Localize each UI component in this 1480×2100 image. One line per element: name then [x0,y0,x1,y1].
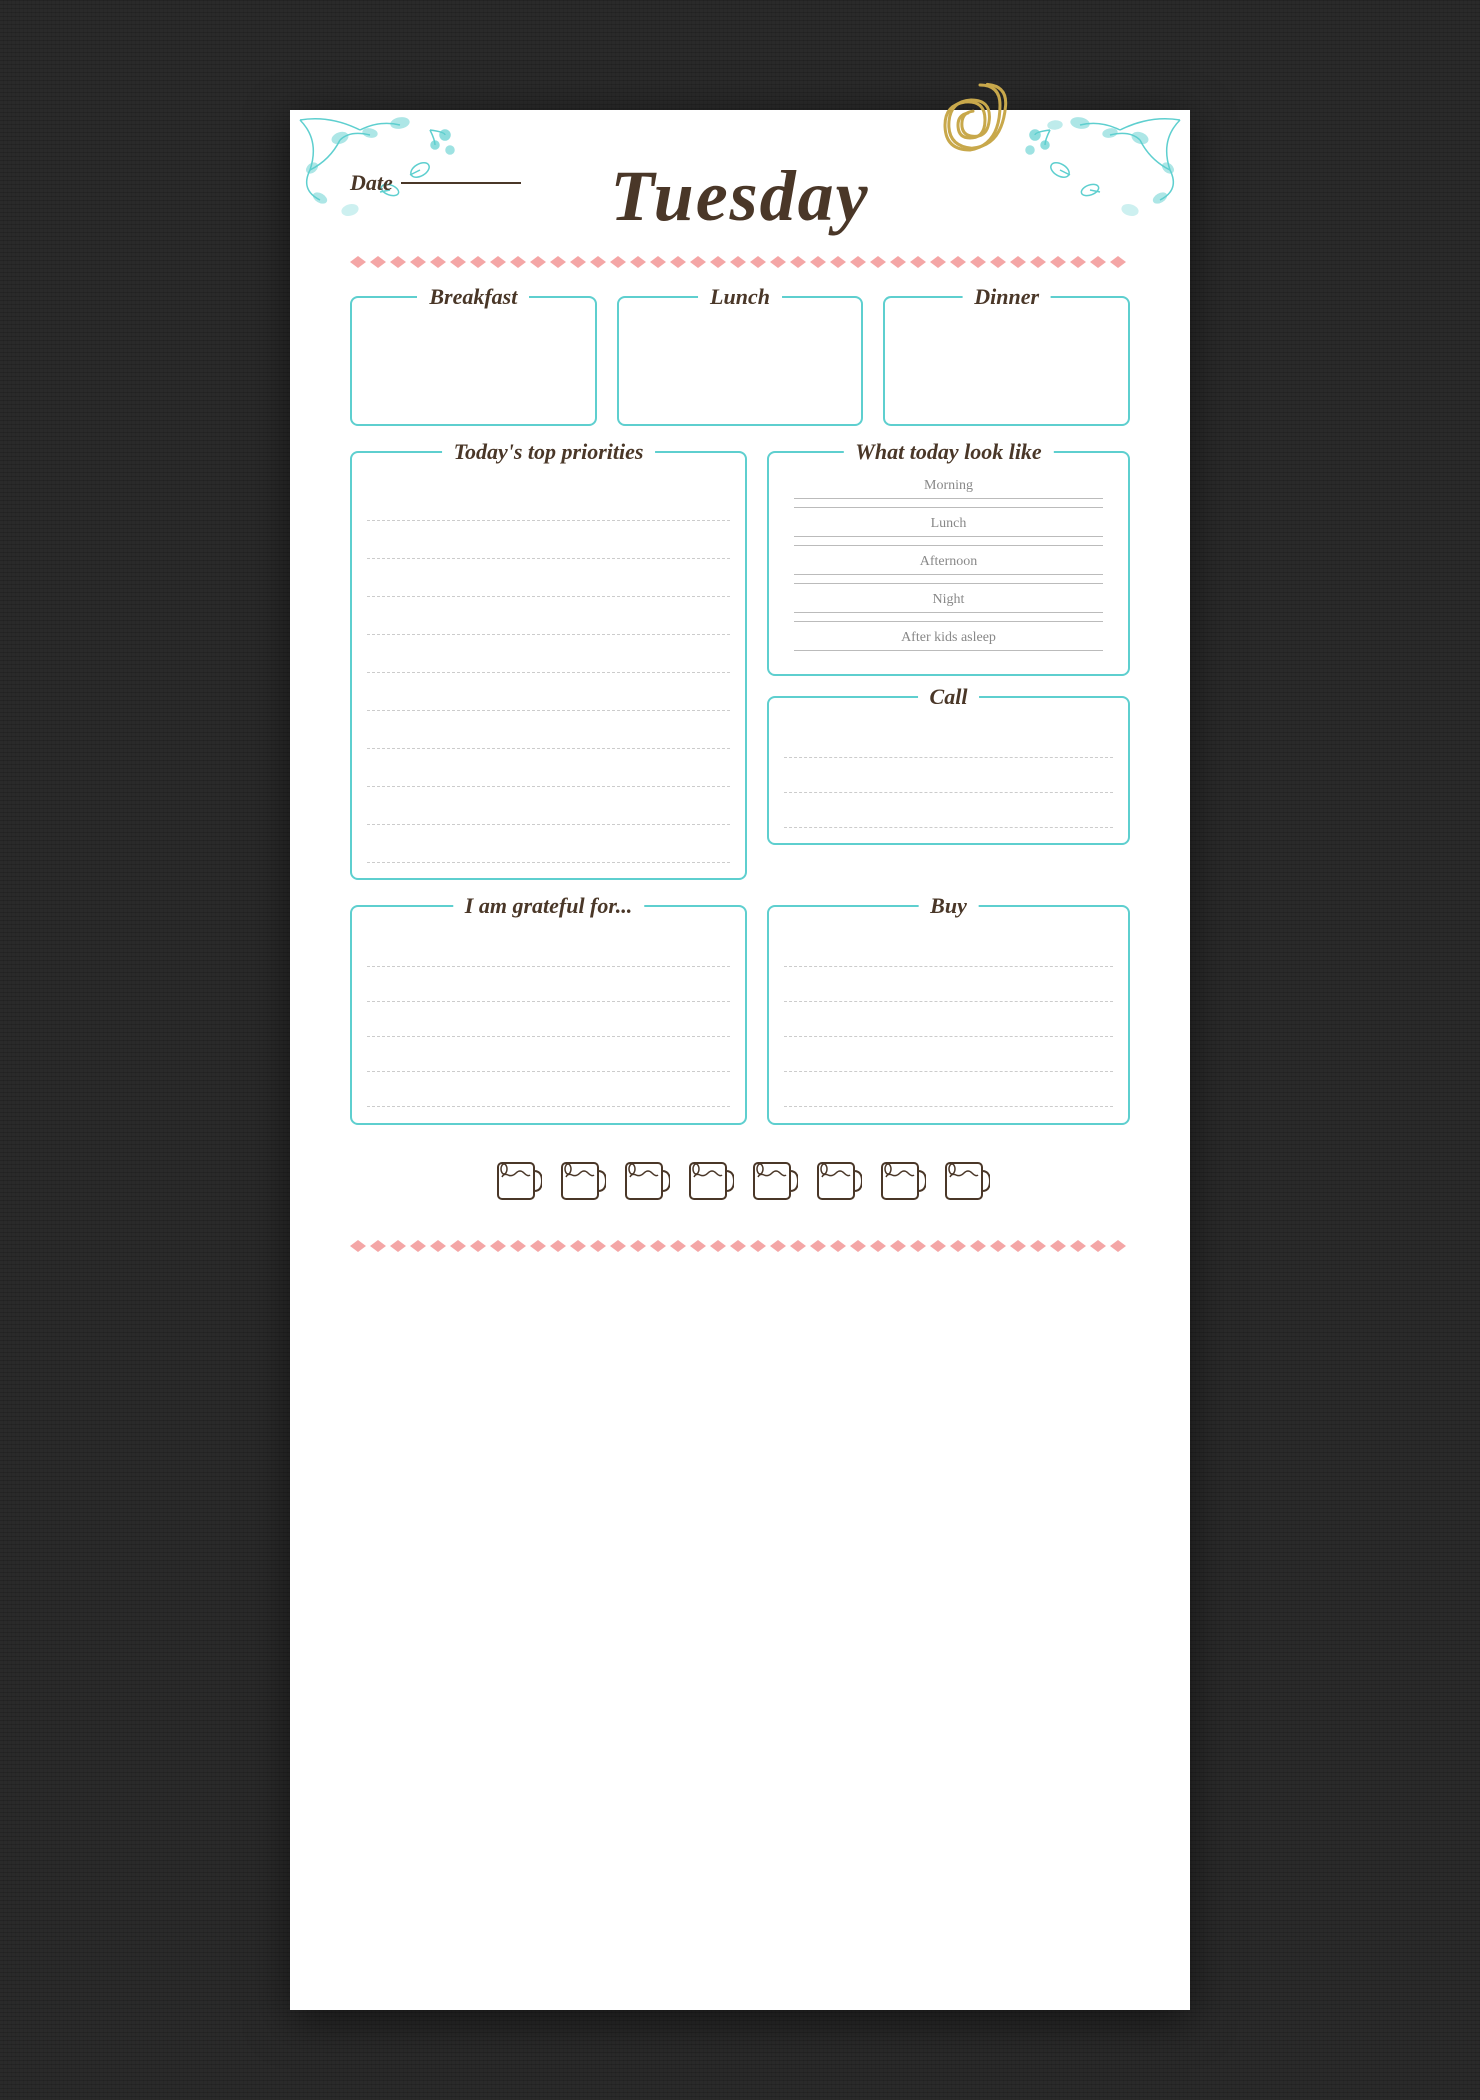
priority-line-5 [367,635,730,673]
pink-border-bottom [350,1237,1130,1255]
morning-section: Morning [784,478,1113,508]
priority-line-8 [367,749,730,787]
morning-line [794,498,1103,499]
lunch-box: Lunch [617,296,864,426]
grateful-label: I am grateful for... [453,893,644,919]
buy-label: Buy [918,893,979,919]
call-box: Call [767,696,1130,845]
grateful-line-3 [367,1002,730,1037]
bottom-row: I am grateful for... Buy [350,905,1130,1125]
water-cup-6 [810,1155,862,1207]
date-area: Date [350,170,521,196]
meals-row: Breakfast Lunch Dinner [350,296,1130,426]
dinner-box: Dinner [883,296,1130,426]
dinner-label: Dinner [962,284,1051,310]
afternoon-line-2 [794,583,1103,584]
call-line-1 [784,723,1113,758]
call-label: Call [918,684,980,710]
middle-row: Today's top priorities What today look l… [350,451,1130,880]
header: Date Tuesday [350,150,1130,238]
call-line-3 [784,793,1113,828]
buy-line-1 [784,932,1113,967]
priority-line-1 [367,483,730,521]
lunch-section: Lunch [784,516,1113,546]
lunch-label: Lunch [698,284,782,310]
after-kids-line [794,650,1103,651]
priorities-lines [367,473,730,863]
afternoon-label: Afternoon [784,554,1113,570]
water-cup-5 [746,1155,798,1207]
right-bottom-column: Buy [767,905,1130,1125]
afternoon-section: Afternoon [784,554,1113,584]
buy-line-5 [784,1072,1113,1107]
water-cup-2 [554,1155,606,1207]
right-column: What today look like Morning Lunch After… [767,451,1130,880]
pink-border-top: // This will be handled statically [350,253,1130,271]
lunch-line [794,536,1103,537]
call-line-2 [784,758,1113,793]
night-label: Night [784,592,1113,608]
buy-line-4 [784,1037,1113,1072]
after-kids-label: After kids asleep [784,630,1113,646]
priority-line-10 [367,825,730,863]
page-title: Tuesday [610,155,869,238]
priority-line-4 [367,597,730,635]
lunch-time-label: Lunch [784,516,1113,532]
night-section: Night [784,592,1113,622]
what-today-label: What today look like [843,439,1053,465]
grateful-line-5 [367,1072,730,1107]
water-cup-7 [874,1155,926,1207]
breakfast-label: Breakfast [417,284,529,310]
water-cup-3 [618,1155,670,1207]
priority-line-6 [367,673,730,711]
morning-line-2 [794,507,1103,508]
buy-line-3 [784,1002,1113,1037]
after-kids-section: After kids asleep [784,630,1113,651]
date-label: Date [350,170,393,196]
water-cup-1 [490,1155,542,1207]
grateful-line-2 [367,967,730,1002]
water-cup-4 [682,1155,734,1207]
grateful-box: I am grateful for... [350,905,747,1125]
afternoon-line [794,574,1103,575]
priority-line-3 [367,559,730,597]
buy-box: Buy [767,905,1130,1125]
night-line-2 [794,621,1103,622]
grateful-line-1 [367,932,730,967]
priority-line-9 [367,787,730,825]
breakfast-box: Breakfast [350,296,597,426]
priority-line-2 [367,521,730,559]
water-tracker [350,1145,1130,1217]
date-underline [401,182,521,184]
planner-page: Date Tuesday // This will be handled sta… [290,110,1190,2010]
priorities-box: Today's top priorities [350,451,747,880]
priorities-label: Today's top priorities [442,439,656,465]
priority-line-7 [367,711,730,749]
buy-line-2 [784,967,1113,1002]
morning-label: Morning [784,478,1113,494]
night-line [794,612,1103,613]
water-cup-8 [938,1155,990,1207]
lunch-line-2 [794,545,1103,546]
grateful-line-4 [367,1037,730,1072]
what-today-box: What today look like Morning Lunch After… [767,451,1130,676]
